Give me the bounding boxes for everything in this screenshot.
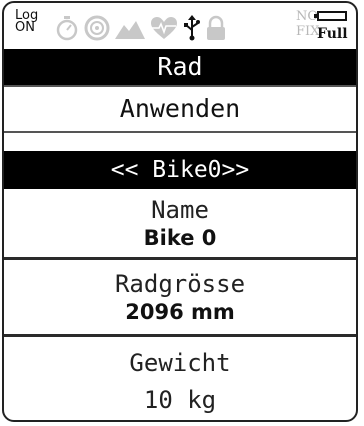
wheel-size-value: 2096 mm [125,300,235,324]
divider [4,85,356,87]
status-bar: Log ON NO FIX Full [4,3,356,49]
weight-value: 10 kg [143,386,217,414]
wheel-icon [84,15,110,41]
log-status: Log ON [15,9,38,35]
divider [4,131,356,133]
log-state: ON [15,20,35,35]
bike-selector[interactable]: << Bike0>> [4,151,356,189]
name-value: Bike 0 [143,226,217,250]
device-screen: Log ON NO FIX Full Rad Anwenden << Bike0… [2,1,358,422]
divider [4,257,356,260]
usb-icon [184,15,200,41]
stopwatch-icon [56,16,78,41]
weight-field[interactable]: Gewicht 10 kg [4,341,356,420]
wheel-size-field[interactable]: Radgrösse 2096 mm [4,263,356,327]
wheel-size-label: Radgrösse [114,270,246,298]
battery-icon [314,11,347,21]
divider [4,334,356,337]
page-title: Rad [4,49,356,85]
gps-fix: FIX [296,24,320,39]
heart-rate-icon [151,17,177,39]
name-field[interactable]: Name Bike 0 [4,193,356,255]
apply-button[interactable]: Anwenden [4,89,356,129]
lock-icon [207,15,225,40]
elevation-icon [115,21,145,39]
name-label: Name [151,196,209,224]
battery-label: Full [317,26,348,42]
weight-label: Gewicht [129,349,231,377]
